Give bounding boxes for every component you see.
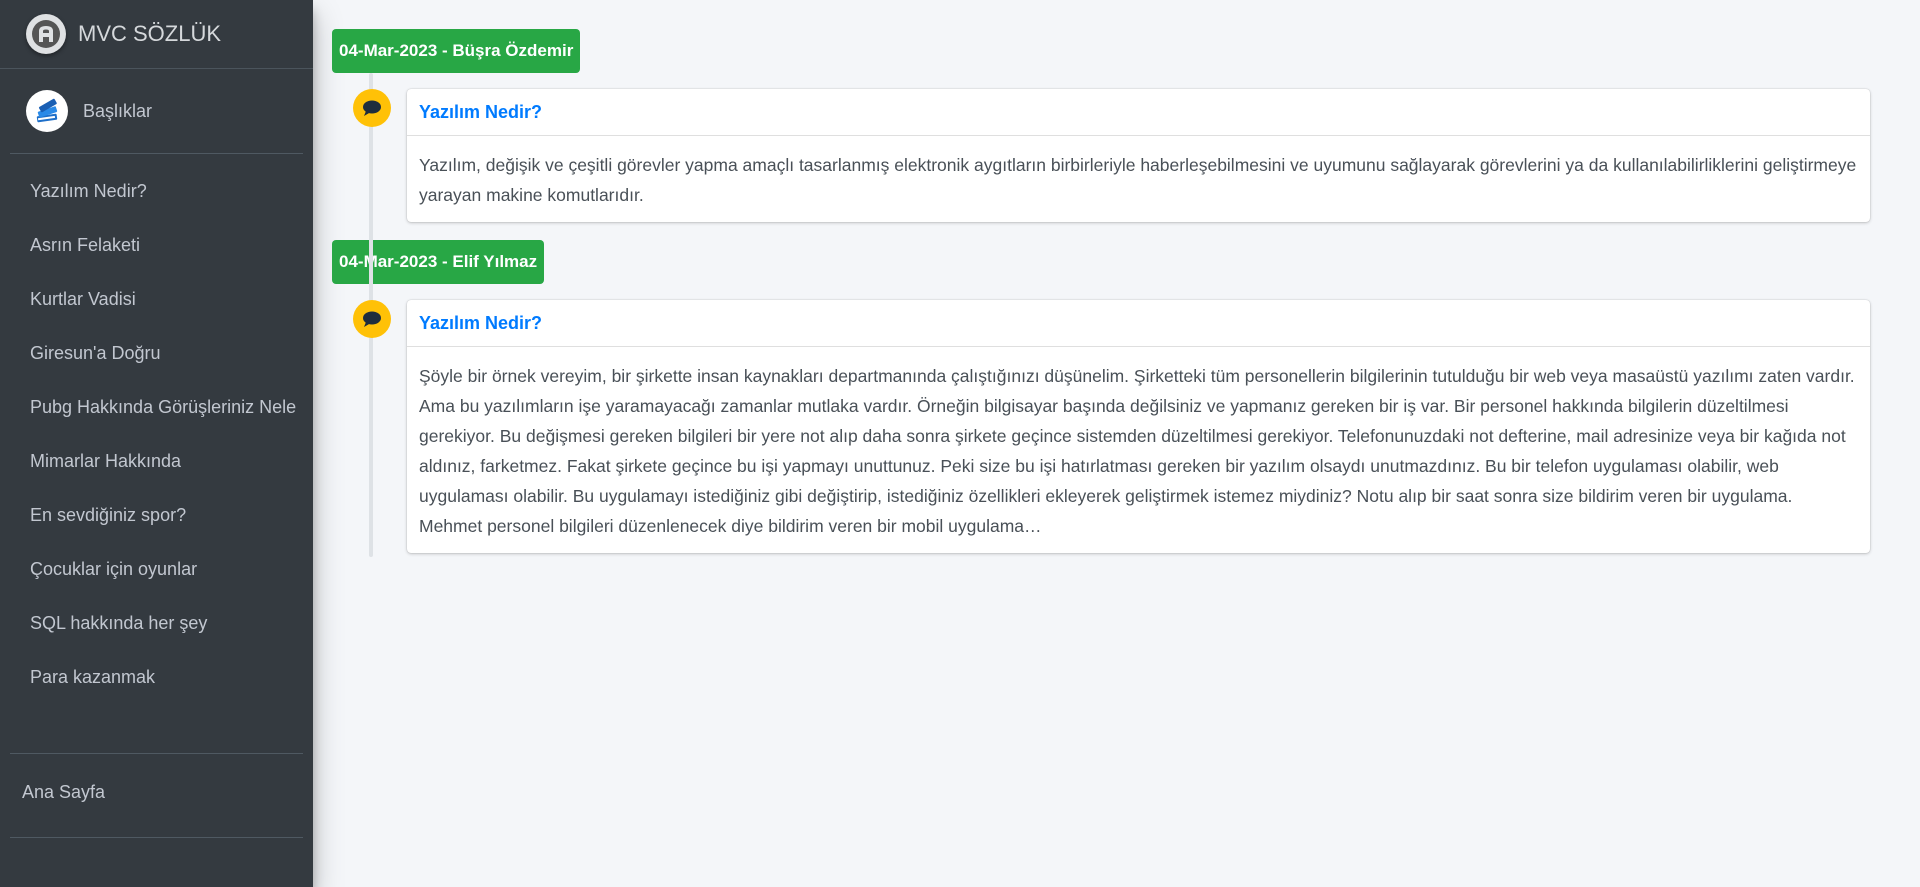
timeline-item: Yazılım Nedir? Yazılım, değişik ve çeşit… (353, 89, 1870, 222)
comment-icon (353, 89, 391, 127)
sidebar-divider (10, 837, 303, 838)
timeline-item: Yazılım Nedir? Şöyle bir örnek vereyim, … (353, 300, 1870, 553)
timeline-card: Yazılım Nedir? Şöyle bir örnek vereyim, … (407, 300, 1870, 553)
timeline-card-title[interactable]: Yazılım Nedir? (407, 300, 1870, 347)
timeline: 04-Mar-2023 - Büşra Özdemir Yazılım Nedi… (332, 29, 1870, 571)
sidebar-item-yazilim-nedir[interactable]: Yazılım Nedir? (10, 164, 303, 218)
sidebar-item-giresuna-dogru[interactable]: Giresun'a Doğru (10, 326, 303, 380)
sidebar-nav: Yazılım Nedir? Asrın Felaketi Kurtlar Va… (10, 164, 303, 704)
timeline-card-title[interactable]: Yazılım Nedir? (407, 89, 1870, 136)
time-label-text: 04-Mar-2023 - Elif Yılmaz (332, 240, 545, 284)
user-panel-label: Başlıklar (83, 100, 153, 121)
sidebar-item-asrin-felaketi[interactable]: Asrın Felaketi (10, 218, 303, 272)
sidebar-item-pubg[interactable]: Pubg Hakkında Görüşleriniz Nele (10, 380, 303, 434)
brand-title: MVC SÖZLÜK (78, 21, 222, 46)
time-label-text: 04-Mar-2023 - Büşra Özdemir (332, 29, 581, 73)
brand-link[interactable]: MVC SÖZLÜK (0, 0, 313, 69)
time-label: 04-Mar-2023 - Elif Yılmaz (332, 240, 1870, 284)
books-icon (26, 90, 68, 132)
sidebar-divider (10, 753, 303, 754)
timeline-card-body: Şöyle bir örnek vereyim, bir şirkette in… (419, 366, 1855, 536)
sidebar-item-spor[interactable]: En sevdiğiniz spor? (10, 488, 303, 542)
sidebar-item-cocuklar[interactable]: Çocuklar için oyunlar (10, 542, 303, 596)
sidebar-item-para-kazanmak[interactable]: Para kazanmak (10, 650, 303, 704)
letter-a-logo-icon (26, 14, 66, 54)
user-panel[interactable]: Başlıklar (10, 69, 303, 154)
sidebar: MVC SÖZLÜK Başlıklar Yazılım Nedir? Asrı… (0, 0, 313, 887)
home-link[interactable]: Ana Sayfa (22, 782, 105, 803)
timeline-card-body: Yazılım, değişik ve çeşitli görevler yap… (419, 155, 1857, 205)
sidebar-item-kurtlar-vadisi[interactable]: Kurtlar Vadisi (10, 272, 303, 326)
time-label: 04-Mar-2023 - Büşra Özdemir (332, 29, 1870, 73)
comment-icon (353, 300, 391, 338)
sidebar-item-mimarlar[interactable]: Mimarlar Hakkında (10, 434, 303, 488)
timeline-card: Yazılım Nedir? Yazılım, değişik ve çeşit… (407, 89, 1870, 222)
sidebar-item-sql[interactable]: SQL hakkında her şey (10, 596, 303, 650)
